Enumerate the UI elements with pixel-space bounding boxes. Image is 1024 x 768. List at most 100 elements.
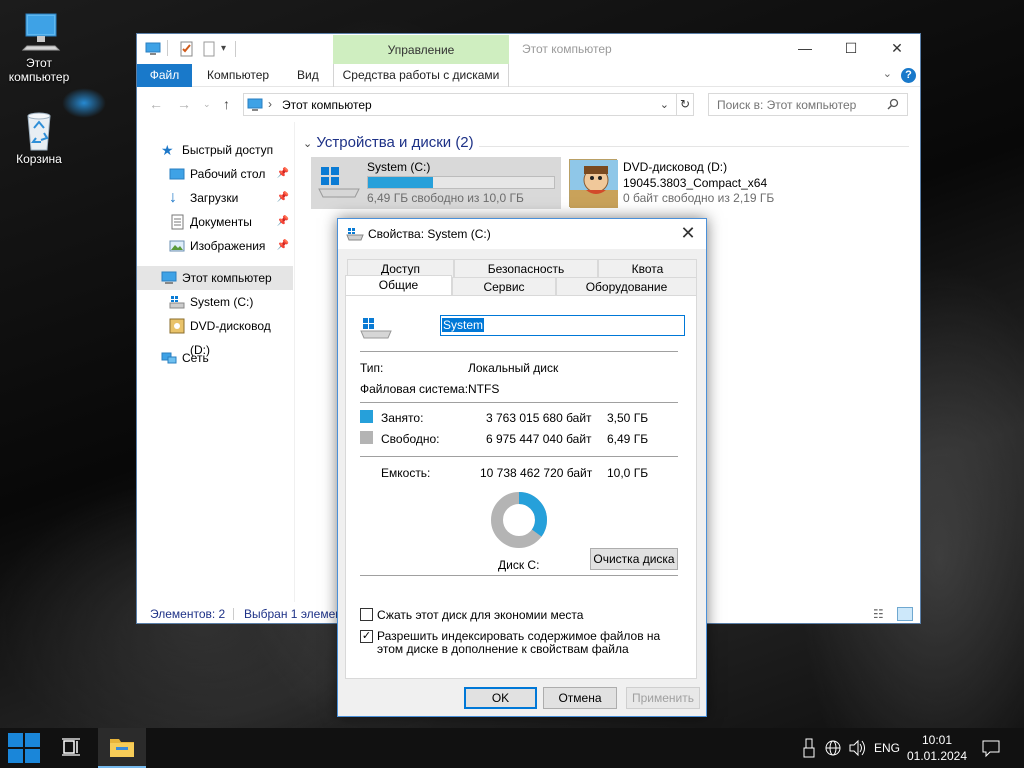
help-icon[interactable]: ? — [901, 68, 916, 83]
sidebar-item-network[interactable]: Сеть — [137, 346, 293, 370]
disk-cleanup-button[interactable]: Очистка диска — [590, 548, 678, 570]
details-view-icon[interactable]: ☷ — [873, 607, 889, 621]
ok-button[interactable]: OK — [464, 687, 537, 709]
volume-icon[interactable] — [848, 728, 866, 768]
sidebar-item-quick-access[interactable]: ★ Быстрый доступ — [137, 138, 293, 162]
recent-dropdown-icon[interactable]: ⌄ — [203, 99, 211, 110]
refresh-button[interactable]: ↻ — [676, 93, 694, 116]
network-globe-icon[interactable] — [824, 728, 842, 768]
new-folder-icon[interactable] — [201, 41, 217, 57]
used-bytes: 3 763 015 680 байт — [486, 411, 592, 425]
drive-tile-c[interactable]: System (C:) 6,49 ГБ свободно из 10,0 ГБ — [311, 157, 561, 209]
explorer-titlebar[interactable]: ▾ Управление Этот компьютер — ☐ ✕ — [137, 34, 920, 64]
context-tab-manage[interactable]: Управление — [333, 35, 509, 64]
sidebar-item-dvd-d[interactable]: DVD-дисковод (D:) — [137, 314, 293, 357]
index-checkbox[interactable]: ✓ — [360, 630, 373, 643]
disk-usage-donut — [491, 492, 547, 548]
compress-label[interactable]: Сжать этот диск для экономии места — [377, 608, 583, 622]
navigation-bar: ← → ⌄ ↑ › Этот компьютер ⌄ ↻ — [137, 88, 920, 121]
tab-general[interactable]: Общие — [345, 275, 452, 295]
search-input[interactable] — [717, 97, 877, 112]
dialog-titlebar[interactable]: Свойства: System (C:) ✕ — [338, 219, 706, 249]
type-value: Локальный диск — [468, 361, 559, 375]
back-arrow-icon[interactable]: ← — [149, 96, 163, 112]
general-tab-panel: System Тип: Локальный диск Файловая сист… — [345, 295, 697, 679]
this-pc-icon — [17, 10, 61, 54]
notification-icon[interactable] — [980, 728, 1002, 768]
breadcrumb-chevron-icon[interactable]: › — [268, 97, 272, 111]
divider — [360, 402, 678, 403]
desktop-icon — [169, 166, 185, 182]
divider — [360, 575, 678, 576]
compress-checkbox[interactable] — [360, 608, 373, 621]
ribbon-expand-icon[interactable]: ⌄ — [883, 67, 892, 80]
status-item-count: Элементов: 2 — [150, 607, 226, 621]
this-pc-icon — [247, 97, 263, 116]
tab-disk-tools[interactable]: Средства работы с дисками — [333, 64, 509, 87]
tab-quota[interactable]: Квота — [598, 259, 697, 277]
capacity-bytes: 10 738 462 720 байт — [480, 466, 593, 480]
address-bar[interactable]: › Этот компьютер ⌄ — [243, 93, 694, 116]
sidebar-item-documents[interactable]: Документы 📌 — [137, 210, 293, 234]
tab-hardware[interactable]: Оборудование — [556, 277, 697, 295]
recycle-bin-icon — [17, 106, 61, 151]
divider — [360, 351, 678, 352]
free-bytes: 6 975 447 040 байт — [486, 432, 592, 446]
dialog-title: Свойства: System (C:) — [368, 227, 491, 241]
apply-button[interactable]: Применить — [626, 687, 700, 709]
volume-name-input[interactable]: System — [440, 315, 685, 336]
this-pc-icon — [161, 270, 177, 286]
clock-date: 01.01.2024 — [906, 749, 968, 763]
drive-tile-d[interactable]: DVD-дисковод (D:) 19045.3803_Compact_x64… — [567, 157, 827, 209]
usb-icon[interactable] — [802, 728, 816, 768]
checkmark-icon: ✓ — [361, 630, 372, 642]
search-icon[interactable] — [887, 98, 899, 110]
status-divider — [233, 608, 234, 620]
sidebar-item-pictures[interactable]: Изображения 📌 — [137, 234, 293, 258]
large-icons-view-icon[interactable] — [897, 607, 913, 621]
pin-icon: 📌 — [276, 168, 289, 179]
address-dropdown-icon[interactable]: ⌄ — [660, 98, 669, 111]
used-space-swatch — [360, 410, 373, 423]
index-label[interactable]: Разрешить индексировать содержимое файло… — [377, 630, 677, 656]
tab-tools[interactable]: Сервис — [452, 277, 556, 295]
minimize-button[interactable]: — — [782, 34, 828, 63]
sidebar-item-downloads[interactable]: ↓ Загрузки 📌 — [137, 186, 293, 210]
properties-icon[interactable] — [179, 41, 195, 57]
tab-file[interactable]: Файл — [137, 64, 192, 87]
sidebar-item-desktop[interactable]: Рабочий стол 📌 — [137, 162, 293, 186]
breadcrumb[interactable]: Этот компьютер — [282, 98, 372, 112]
sidebar-item-this-pc[interactable]: Этот компьютер — [137, 266, 293, 290]
tab-computer[interactable]: Компьютер — [207, 64, 269, 87]
task-view-button[interactable] — [48, 728, 96, 768]
sidebar-item-drive-c[interactable]: System (C:) — [137, 290, 293, 314]
drive-usage-bar — [367, 176, 555, 189]
sidebar-item-label: Рабочий стол — [190, 167, 266, 181]
clock-time: 10:01 — [921, 733, 953, 747]
close-icon[interactable]: ✕ — [678, 223, 698, 243]
chevron-down-icon: ⌄ — [303, 138, 313, 150]
drive-c-icon — [315, 163, 363, 206]
taskbar-file-explorer[interactable] — [98, 728, 146, 768]
toolbar-divider — [235, 41, 236, 57]
up-arrow-icon[interactable]: ↑ — [223, 96, 230, 112]
desktop-icon-this-pc[interactable]: Этот компьютер — [1, 10, 77, 84]
cancel-button[interactable]: Отмена — [543, 687, 617, 709]
drive-name: System (C:) — [367, 160, 431, 174]
desktop-icon-recycle-bin[interactable]: Корзина — [1, 106, 77, 166]
close-button[interactable]: ✕ — [874, 34, 920, 63]
maximize-button[interactable]: ☐ — [828, 34, 874, 63]
language-indicator[interactable]: ENG — [874, 728, 900, 768]
navigation-pane: ★ Быстрый доступ Рабочий стол 📌 ↓ Загруз… — [137, 122, 295, 602]
volume-name-text: System — [442, 318, 485, 332]
start-button[interactable] — [0, 728, 48, 768]
clock[interactable]: 10:01 01.01.2024 — [904, 732, 970, 764]
search-box[interactable] — [708, 93, 908, 116]
group-header[interactable]: ⌄ Устройства и диски (2) — [303, 134, 474, 151]
tab-view[interactable]: Вид — [297, 64, 319, 87]
forward-arrow-icon[interactable]: → — [177, 96, 191, 112]
properties-dialog[interactable]: Свойства: System (C:) ✕ Доступ Безопасно… — [337, 218, 707, 717]
tab-security[interactable]: Безопасность — [454, 259, 598, 277]
star-icon: ★ — [161, 142, 174, 158]
drive-name: DVD-дисковод (D:) — [623, 160, 728, 174]
